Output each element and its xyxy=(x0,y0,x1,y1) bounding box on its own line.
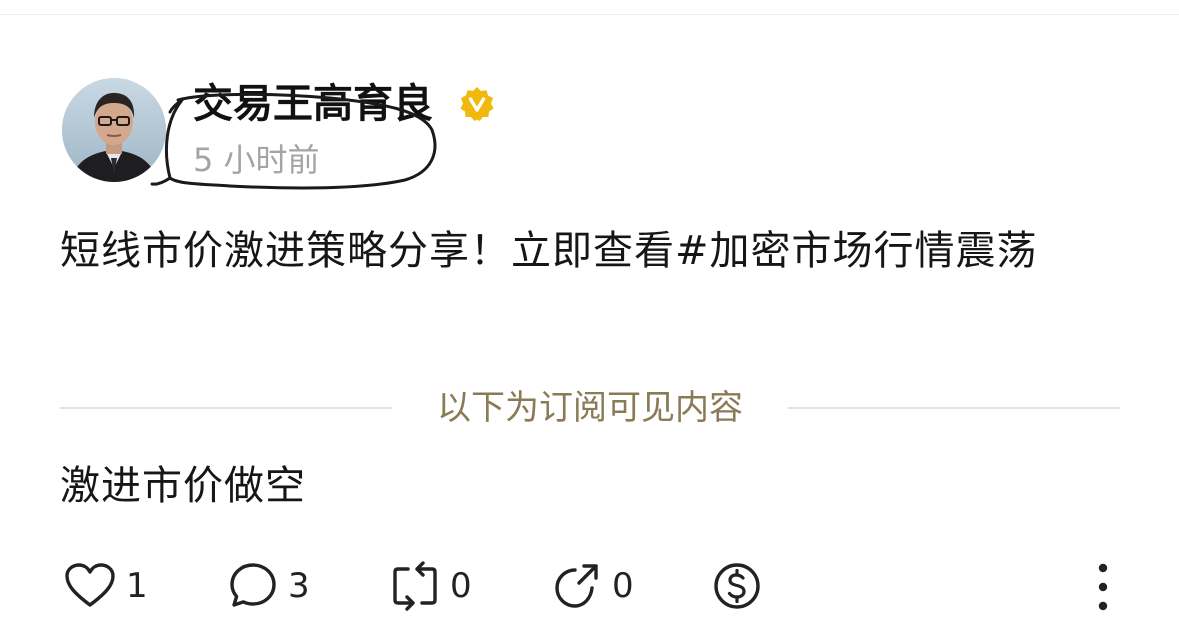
heart-icon xyxy=(65,563,115,607)
divider-line-right xyxy=(788,407,1120,409)
more-icon[interactable] xyxy=(1088,558,1118,616)
hand-drawn-circle-annotation xyxy=(150,92,437,190)
like-button[interactable]: 1 xyxy=(64,558,148,614)
repost-button[interactable]: 0 xyxy=(390,558,472,614)
subscriber-content-text: 激进市价做空 xyxy=(60,463,306,509)
share-count: 0 xyxy=(612,566,634,606)
comment-icon xyxy=(230,563,276,607)
repost-icon xyxy=(393,561,437,611)
top-divider xyxy=(0,14,1179,15)
tip-icon xyxy=(714,563,760,609)
post-body-text: 短线市价激进策略分享！立即查看#加密市场行情震荡 xyxy=(60,228,1038,274)
share-button[interactable]: 0 xyxy=(552,558,634,614)
subscriber-divider-label: 以下为订阅可见内容 xyxy=(437,388,743,428)
comment-button[interactable]: 3 xyxy=(228,558,310,614)
author-name[interactable]: 交易王高育良 xyxy=(193,80,433,128)
divider-line-left xyxy=(60,407,392,409)
comment-count: 3 xyxy=(288,566,310,606)
like-count: 1 xyxy=(126,566,148,606)
post-time: 5 小时前 xyxy=(193,141,320,179)
verified-icon xyxy=(460,87,494,121)
repost-count: 0 xyxy=(450,566,472,606)
tip-button[interactable] xyxy=(712,558,762,614)
post-card: 交易王高育良 5 小时前 短线市价激进策略分享！立即查看#加密市场行情震荡 以下… xyxy=(0,0,1179,626)
avatar[interactable] xyxy=(62,78,166,182)
share-icon xyxy=(555,564,598,608)
avatar-image xyxy=(62,78,166,182)
